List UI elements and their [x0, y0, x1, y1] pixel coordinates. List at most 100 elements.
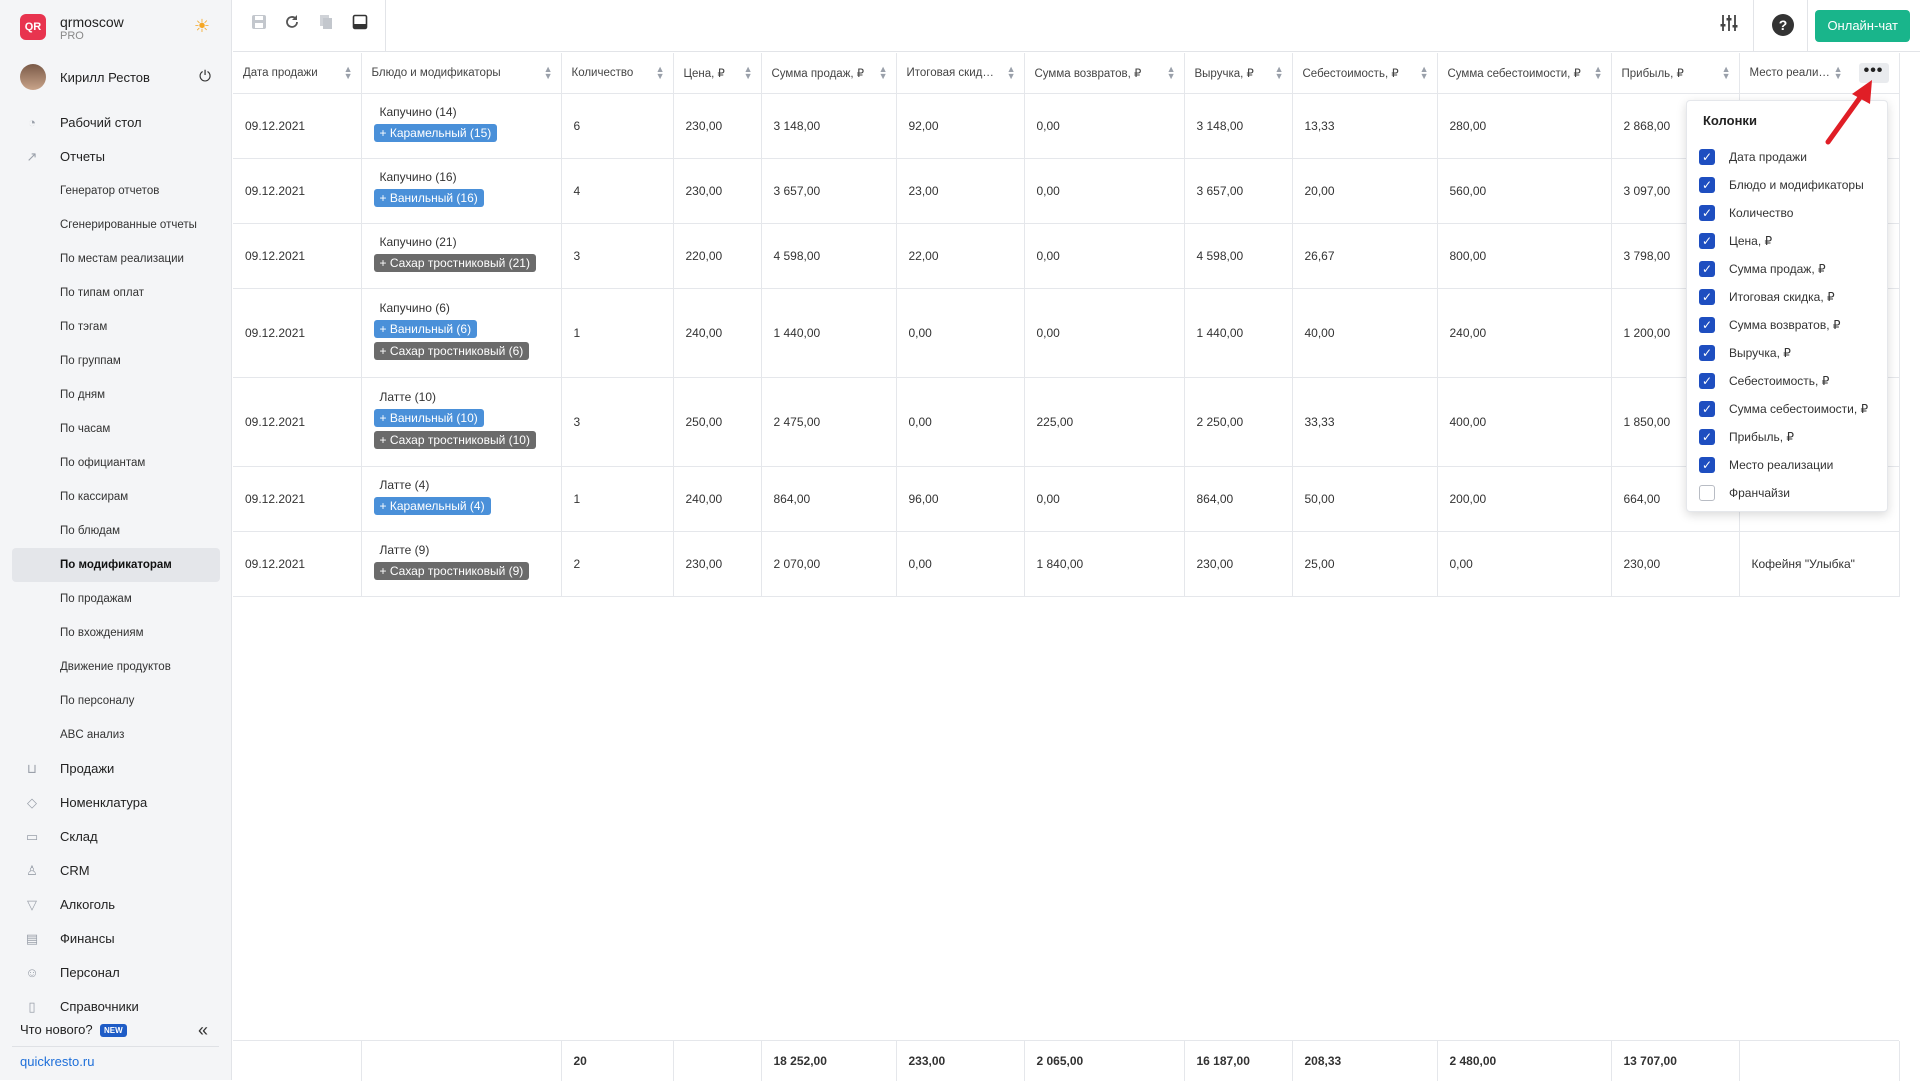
checkbox-checked[interactable]: ✓ — [1699, 233, 1715, 249]
sort-icon[interactable]: ▲ ▼ — [544, 65, 553, 81]
column-header[interactable]: Сумма возвратов, ₽ ▲ ▼ — [1024, 53, 1185, 94]
checkbox-checked[interactable]: ✓ — [1699, 261, 1715, 277]
report-nav-item[interactable]: По дням — [12, 378, 220, 412]
table-row[interactable]: 09.12.2021 Капучино (6) + Ванильный (6) + С… — [233, 288, 1900, 378]
column-option[interactable]: ✓ Себестоимость, ₽ — [1699, 367, 1885, 395]
copy-icon[interactable] — [315, 14, 337, 36]
checkbox-checked[interactable]: ✓ — [1699, 457, 1715, 473]
report-nav-item[interactable]: По вхождениям — [12, 616, 220, 650]
report-nav-item[interactable]: По типам оплат — [12, 276, 220, 310]
report-nav-item[interactable]: Генератор отчетов — [12, 174, 220, 208]
report-nav-item[interactable]: По официантам — [12, 446, 220, 480]
table-row[interactable]: 09.12.2021 Латте (9) + Сахар тростниковый … — [233, 531, 1900, 597]
cell-cost-sum: 800,00 — [1437, 223, 1612, 289]
online-chat-button[interactable]: Онлайн-чат — [1815, 10, 1910, 42]
inbox-icon[interactable] — [349, 14, 371, 36]
column-header[interactable]: Цена, ₽ ▲ ▼ — [673, 53, 762, 94]
column-option[interactable]: ✓ Прибыль, ₽ — [1699, 423, 1885, 451]
checkbox-checked[interactable]: ✓ — [1699, 373, 1715, 389]
nav-item[interactable]: ▭ Склад — [12, 820, 220, 854]
checkbox-checked[interactable]: ✓ — [1699, 205, 1715, 221]
column-option[interactable]: ✓ Выручка, ₽ — [1699, 339, 1885, 367]
column-header[interactable]: Выручка, ₽ ▲ ▼ — [1184, 53, 1293, 94]
nav-item[interactable]: ⊔ Продажи — [12, 752, 220, 786]
checkbox-checked[interactable]: ✓ — [1699, 289, 1715, 305]
cell-price: 220,00 — [673, 223, 762, 289]
checkbox-checked[interactable]: ✓ — [1699, 401, 1715, 417]
column-header[interactable]: Блюдо и модификаторы ▲ ▼ — [361, 53, 562, 94]
report-nav-item[interactable]: По модификаторам — [12, 548, 220, 582]
cell-revenue: 3 148,00 — [1184, 93, 1293, 159]
sort-icon[interactable]: ▲ ▼ — [1275, 65, 1284, 81]
column-option[interactable]: ✓ Место реализации — [1699, 451, 1885, 479]
table-settings-icon[interactable] — [1718, 14, 1740, 36]
refresh-icon[interactable] — [281, 14, 303, 36]
column-option[interactable]: ✓ Блюдо и модификаторы — [1699, 171, 1885, 199]
sort-icon[interactable]: ▲ ▼ — [1420, 65, 1429, 81]
table-row[interactable]: 09.12.2021 Капучино (14) + Карамельный (15… — [233, 93, 1900, 159]
column-header[interactable]: Итоговая скид… ▲ ▼ — [896, 53, 1025, 94]
nav-item[interactable]: ♙ CRM — [12, 854, 220, 888]
report-nav-item[interactable]: По продажам — [12, 582, 220, 616]
nav-item[interactable]: ☺ Персонал — [12, 956, 220, 990]
report-nav-item[interactable]: По блюдам — [12, 514, 220, 548]
report-nav-item[interactable]: По часам — [12, 412, 220, 446]
table-row[interactable]: 09.12.2021 Латте (4) + Карамельный (4) 1 240… — [233, 466, 1900, 532]
column-header[interactable]: Сумма себестоимости, ₽ ▲ ▼ — [1437, 53, 1612, 94]
nav-item[interactable]: ▽ Алкоголь — [12, 888, 220, 922]
table-row[interactable]: 09.12.2021 Латте (10) + Ванильный (10) + Са… — [233, 377, 1900, 467]
column-option[interactable]: ✓ Сумма себестоимости, ₽ — [1699, 395, 1885, 423]
column-header[interactable]: Себестоимость, ₽ ▲ ▼ — [1292, 53, 1438, 94]
save-icon[interactable] — [248, 14, 270, 36]
column-header-label: Место реали… — [1749, 66, 1830, 79]
report-nav-item[interactable]: По тэгам — [12, 310, 220, 344]
column-option[interactable]: ✓ Цена, ₽ — [1699, 227, 1885, 255]
nav-item[interactable]: ◔ Рабочий стол — [12, 106, 220, 140]
column-header[interactable]: Сумма продаж, ₽ ▲ ▼ — [761, 53, 897, 94]
site-link[interactable]: quickresto.ru — [20, 1054, 94, 1069]
nav-item[interactable]: ▯ Справочники — [12, 990, 220, 1024]
table-row[interactable]: 09.12.2021 Капучино (21) + Сахар тростнико… — [233, 223, 1900, 289]
sort-icon[interactable]: ▲ ▼ — [1594, 65, 1603, 81]
checkbox-checked[interactable]: ✓ — [1699, 317, 1715, 333]
checkbox-checked[interactable]: ✓ — [1699, 177, 1715, 193]
brand[interactable]: QR qrmoscow PRO ☀ — [20, 14, 220, 50]
checkbox-checked[interactable]: ✓ — [1699, 429, 1715, 445]
nav-item[interactable]: ▤ Финансы — [12, 922, 220, 956]
column-header[interactable]: Прибыль, ₽ ▲ ▼ — [1611, 53, 1740, 94]
nav-item[interactable]: ◇ Номенклатура — [12, 786, 220, 820]
sort-icon[interactable]: ▲ ▼ — [1167, 65, 1176, 81]
nav-item[interactable]: ↗ Отчеты — [12, 140, 220, 174]
report-nav-item[interactable]: Сгенерированные отчеты — [12, 208, 220, 242]
column-header[interactable]: Количество ▲ ▼ — [561, 53, 674, 94]
help-icon[interactable]: ? — [1772, 14, 1794, 36]
report-nav-item[interactable]: По персоналу — [12, 684, 220, 718]
table-row[interactable]: 09.12.2021 Капучино (16) + Ванильный (16) 4… — [233, 158, 1900, 224]
sort-icon[interactable]: ▲ ▼ — [879, 65, 888, 81]
column-header[interactable]: Дата продажи ▲ ▼ — [233, 53, 362, 94]
sort-icon[interactable]: ▲ ▼ — [744, 65, 753, 81]
checkbox-checked[interactable]: ✓ — [1699, 345, 1715, 361]
report-nav-item[interactable]: По местам реализации — [12, 242, 220, 276]
checkbox-checked[interactable]: ✓ — [1699, 149, 1715, 165]
checkbox-unchecked[interactable] — [1699, 485, 1715, 501]
column-option[interactable]: ✓ Сумма продаж, ₽ — [1699, 255, 1885, 283]
power-icon[interactable]: ⏻ — [196, 68, 214, 86]
report-nav-item[interactable]: ABC анализ — [12, 718, 220, 752]
column-option[interactable]: ✓ Количество — [1699, 199, 1885, 227]
collapse-sidebar-icon[interactable]: « — [198, 1020, 208, 1041]
column-option[interactable]: Франчайзи — [1699, 479, 1885, 507]
whats-new-link[interactable]: Что нового? — [20, 1022, 93, 1037]
report-nav-item[interactable]: По группам — [12, 344, 220, 378]
report-nav-item[interactable]: По кассирам — [12, 480, 220, 514]
sun-icon[interactable]: ☀ — [192, 16, 212, 36]
column-option[interactable]: ✓ Итоговая скидка, ₽ — [1699, 283, 1885, 311]
sort-icon[interactable]: ▲ ▼ — [1722, 65, 1731, 81]
user-profile[interactable]: Кирилл Рестов ⏻ — [20, 64, 216, 92]
sort-icon[interactable]: ▲ ▼ — [656, 65, 665, 81]
sort-icon[interactable]: ▲ ▼ — [344, 65, 353, 81]
sort-icon[interactable]: ▲ ▼ — [1007, 65, 1016, 81]
report-nav-item[interactable]: Движение продуктов — [12, 650, 220, 684]
cell-cost-sum: 400,00 — [1437, 377, 1612, 467]
column-option[interactable]: ✓ Сумма возвратов, ₽ — [1699, 311, 1885, 339]
